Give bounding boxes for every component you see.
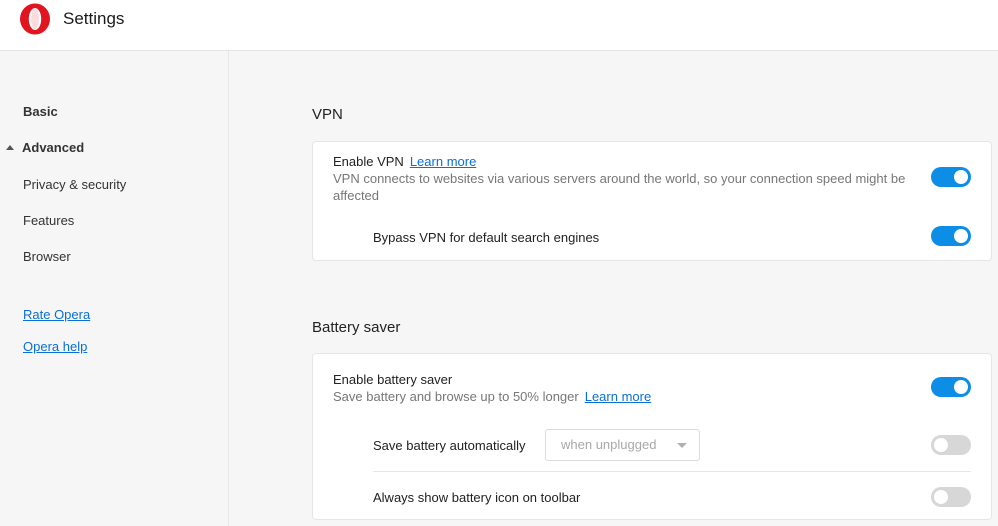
battery-mode-select[interactable]: when unplugged [545,429,700,461]
main-content: VPN Enable VPN Learn more VPN connects to… [229,51,998,526]
vpn-learn-more-link[interactable]: Learn more [410,154,476,169]
sidebar-item-basic[interactable]: Basic [23,104,58,119]
battery-saver-description-row: Save battery and browse up to 50% longer… [333,388,651,405]
enable-vpn-toggle[interactable] [931,167,971,187]
enable-vpn-description: VPN connects to websites via various ser… [333,171,906,203]
enable-battery-saver-label: Enable battery saver [333,372,453,387]
sidebar-item-advanced[interactable]: Advanced [6,140,84,155]
battery-card: Enable battery saver Save battery and br… [312,353,992,520]
vpn-card: Enable VPN Learn more VPN connects to web… [312,141,992,261]
page-title: Settings [63,9,125,28]
battery-mode-selected-value: when unplugged [561,437,657,452]
opera-logo-icon [20,3,50,35]
opera-help-link[interactable]: Opera help [23,339,87,354]
battery-section-title: Battery saver [312,319,401,336]
save-battery-automatically-label: Save battery automatically [373,438,526,453]
sidebar-item-browser[interactable]: Browser [23,249,71,264]
app-header: Settings [0,0,998,51]
toggle-knob [934,490,948,504]
row-divider [373,471,971,472]
sidebar-item-features[interactable]: Features [23,213,74,228]
dropdown-arrow-icon [677,443,687,448]
sidebar-item-label: Advanced [22,140,85,155]
enable-battery-saver-toggle[interactable] [931,377,971,397]
enable-vpn-row: Enable VPN Learn more [333,154,476,169]
sidebar-item-privacy-security[interactable]: Privacy & security [23,177,126,192]
enable-vpn-label: Enable VPN [333,154,404,169]
toggle-knob [934,438,948,452]
battery-icon-toolbar-toggle[interactable] [931,487,971,507]
toggle-knob [954,380,968,394]
battery-saver-description: Save battery and browse up to 50% longer [333,389,579,404]
rate-opera-link[interactable]: Rate Opera [23,307,90,322]
caret-up-icon [6,145,14,150]
bypass-vpn-toggle[interactable] [931,226,971,246]
save-battery-automatically-toggle[interactable] [931,435,971,455]
battery-learn-more-link[interactable]: Learn more [585,389,651,404]
toggle-knob [954,229,968,243]
toggle-knob [954,170,968,184]
vpn-section-title: VPN [312,106,343,123]
bypass-vpn-label: Bypass VPN for default search engines [373,230,600,245]
battery-icon-toolbar-label: Always show battery icon on toolbar [373,490,581,505]
sidebar: Basic Advanced Privacy & security Featur… [0,51,229,526]
